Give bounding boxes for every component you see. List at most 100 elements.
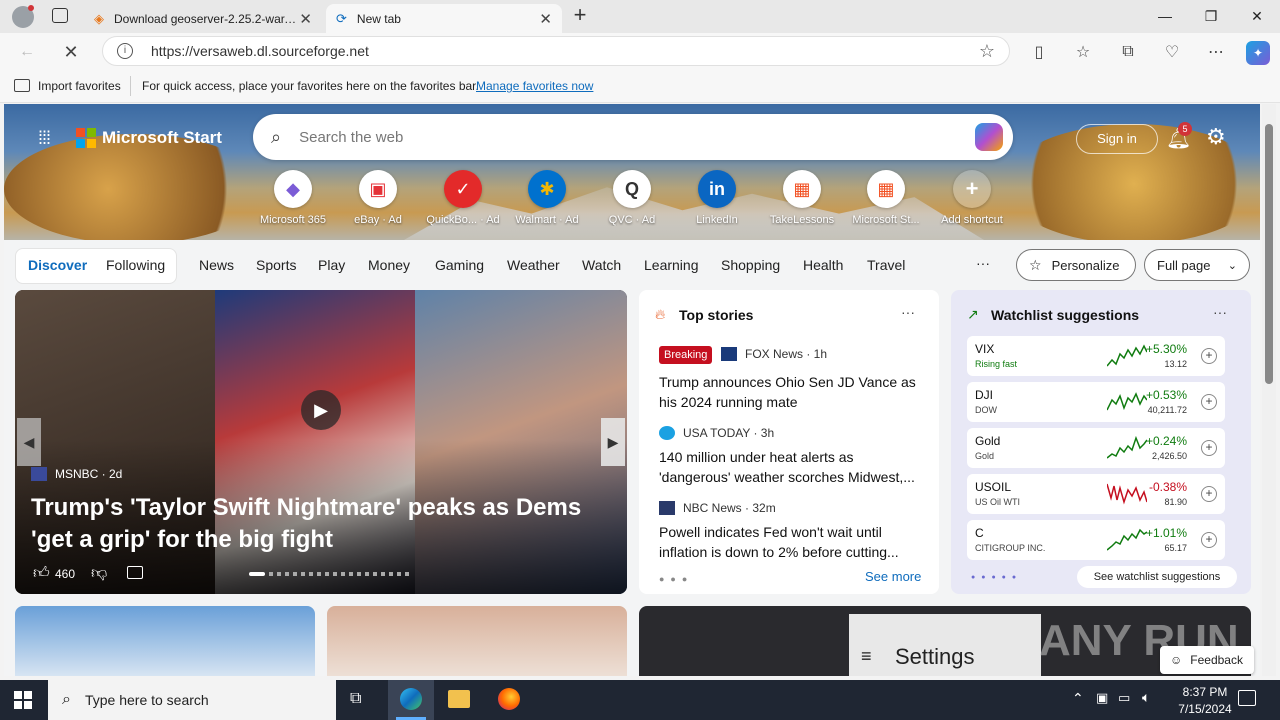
add-shortcut-button[interactable]: + Add shortcut: [930, 170, 1014, 226]
device-icon[interactable]: ▣: [1096, 690, 1108, 706]
carousel-active-dot[interactable]: [249, 572, 265, 576]
search-input[interactable]: Search the web: [299, 129, 403, 146]
nav-learning[interactable]: Learning: [644, 257, 699, 273]
favorite-star-icon[interactable]: ☆: [979, 41, 995, 62]
nav-more-button[interactable]: ···: [976, 255, 990, 271]
play-video-icon[interactable]: ▶: [301, 390, 341, 430]
hamburger-menu-icon[interactable]: ≡: [861, 646, 872, 667]
pager-dots[interactable]: ●●●●●: [971, 574, 1022, 581]
sign-in-button[interactable]: Sign in: [1076, 124, 1158, 154]
restore-button[interactable]: ❐: [1188, 0, 1234, 32]
firefox-icon[interactable]: [498, 688, 520, 710]
volume-icon[interactable]: 🔈︎: [1142, 689, 1150, 706]
shortcut-qvc[interactable]: Q QVC · Ad: [590, 170, 674, 226]
apps-grid-icon[interactable]: ⁞⁞⁞: [38, 128, 58, 148]
story-headline[interactable]: 140 million under heat alerts as 'danger…: [659, 447, 923, 487]
shortcut-microsoft-store[interactable]: ▦ Microsoft St...: [844, 170, 928, 226]
nav-play[interactable]: Play: [318, 257, 345, 273]
nav-sports[interactable]: Sports: [256, 257, 296, 273]
settings-menu-icon[interactable]: ⋯: [1205, 41, 1227, 63]
windows-start-icon[interactable]: [14, 691, 32, 709]
notification-center-icon[interactable]: [1238, 690, 1256, 706]
story-headline[interactable]: Powell indicates Fed won't wait until in…: [659, 522, 923, 562]
url-text[interactable]: https://versaweb.dl.sourceforge.net: [151, 43, 369, 59]
close-window-button[interactable]: ✕: [1234, 0, 1280, 32]
taskbar-search-input[interactable]: Type here to search: [85, 692, 209, 708]
close-tab-icon[interactable]: ✕: [299, 10, 312, 28]
shortcut-ebay[interactable]: ▣ eBay · Ad: [336, 170, 420, 226]
task-view-icon[interactable]: ⧉: [350, 690, 361, 708]
shortcut-microsoft365[interactable]: ◆ Microsoft 365: [251, 170, 335, 226]
brand-title[interactable]: Microsoft Start: [102, 128, 222, 148]
stop-loading-icon[interactable]: ✕: [60, 41, 82, 63]
tab-new-tab[interactable]: ⟳ New tab ✕: [326, 4, 562, 33]
nav-health[interactable]: Health: [803, 257, 843, 273]
network-icon[interactable]: ▭: [1118, 690, 1130, 706]
hero-carousel-card[interactable]: ▶ ◀ ▶ MSNBC · 2d Trump's 'Taylor Swift N…: [15, 290, 627, 594]
carousel-dots[interactable]: [269, 572, 409, 576]
watchlist-more-button[interactable]: ···: [1213, 304, 1227, 320]
news-card[interactable]: [15, 606, 315, 676]
hero-headline[interactable]: Trump's 'Taylor Swift Nightmare' peaks a…: [31, 492, 611, 556]
stock-row-vix[interactable]: VIX Rising fast +5.30% 13.12 +: [967, 336, 1225, 376]
import-favorites-button[interactable]: Import favorites: [38, 79, 121, 93]
story-source[interactable]: USA TODAY · 3h: [683, 426, 774, 440]
tab-following[interactable]: Following: [106, 257, 165, 273]
nav-weather[interactable]: Weather: [507, 257, 560, 273]
tab-geoserver-download[interactable]: ◈ Download geoserver-2.25.2-war.zip ✕: [84, 4, 322, 33]
comment-icon[interactable]: [127, 566, 143, 579]
story-source[interactable]: FOX News · 1h: [745, 347, 827, 361]
web-search-box[interactable]: ⌕ Search the web: [253, 114, 1013, 160]
nav-money[interactable]: Money: [368, 257, 410, 273]
nav-gaming[interactable]: Gaming: [435, 257, 484, 273]
scrollbar-thumb[interactable]: [1265, 124, 1273, 384]
see-more-link[interactable]: See more: [865, 569, 921, 584]
personalize-button[interactable]: ☆ Personalize: [1016, 249, 1136, 281]
like-thumbs-up-icon[interactable]: 👍︎: [33, 564, 50, 583]
clock-date[interactable]: 7/15/2024: [1166, 702, 1244, 716]
top-stories-more-button[interactable]: ···: [901, 304, 915, 320]
shortcut-quickbooks[interactable]: ✓ QuickBo... · Ad: [421, 170, 505, 226]
back-arrow-icon[interactable]: ←: [16, 41, 38, 63]
carousel-next-arrow-icon[interactable]: ▶: [601, 418, 625, 466]
tab-actions-icon[interactable]: [52, 8, 68, 23]
see-watchlist-button[interactable]: See watchlist suggestions: [1077, 566, 1237, 588]
nav-watch[interactable]: Watch: [582, 257, 621, 273]
stock-row-dji[interactable]: DJI DOW +0.53% 40,211.72 +: [967, 382, 1225, 422]
hero-source[interactable]: MSNBC · 2d: [55, 467, 122, 481]
add-to-watchlist-icon[interactable]: +: [1201, 486, 1217, 502]
add-to-watchlist-icon[interactable]: +: [1201, 532, 1217, 548]
address-bar[interactable]: i https://versaweb.dl.sourceforge.net ☆: [102, 36, 1010, 66]
shortcut-walmart[interactable]: ✱ Walmart · Ad: [505, 170, 589, 226]
browser-essentials-icon[interactable]: ♡: [1161, 41, 1183, 63]
dislike-thumbs-down-icon[interactable]: 👎︎: [91, 564, 107, 583]
page-settings-gear-icon[interactable]: ⚙: [1206, 124, 1226, 150]
collections-icon[interactable]: ⧉: [1117, 41, 1139, 63]
new-tab-button[interactable]: +: [568, 4, 592, 28]
carousel-prev-arrow-icon[interactable]: ◀: [17, 418, 41, 466]
news-card[interactable]: [327, 606, 627, 676]
story-source[interactable]: NBC News · 32m: [683, 501, 776, 515]
feedback-button[interactable]: ☺ Feedback: [1160, 646, 1254, 674]
favorites-icon[interactable]: ☆: [1072, 41, 1094, 63]
site-info-icon[interactable]: i: [117, 43, 133, 59]
add-to-watchlist-icon[interactable]: +: [1201, 440, 1217, 456]
copilot-icon[interactable]: [975, 123, 1003, 151]
page-scrollbar[interactable]: [1262, 104, 1276, 676]
layout-dropdown[interactable]: Full page ⌄: [1144, 249, 1250, 281]
add-to-watchlist-icon[interactable]: +: [1201, 348, 1217, 364]
clock-time[interactable]: 8:37 PM: [1166, 685, 1244, 699]
copilot-icon[interactable]: ✦: [1246, 41, 1270, 65]
split-screen-icon[interactable]: ▯: [1028, 41, 1050, 63]
shortcut-takelessons[interactable]: ▦ TakeLessons: [760, 170, 844, 226]
stock-row-usoil[interactable]: USOIL US Oil WTI -0.38% 81.90 +: [967, 474, 1225, 514]
pager-dots[interactable]: ●●●: [659, 574, 693, 584]
add-to-watchlist-icon[interactable]: +: [1201, 394, 1217, 410]
minimize-button[interactable]: —: [1142, 0, 1188, 32]
close-tab-icon[interactable]: ✕: [539, 10, 552, 28]
stock-row-gold[interactable]: Gold Gold +0.24% 2,426.50 +: [967, 428, 1225, 468]
manage-favorites-link[interactable]: Manage favorites now: [476, 79, 593, 93]
tab-discover[interactable]: Discover: [28, 257, 87, 273]
edge-taskbar-button[interactable]: [388, 680, 434, 720]
taskbar-search-box[interactable]: ⌕ Type here to search: [48, 680, 336, 720]
